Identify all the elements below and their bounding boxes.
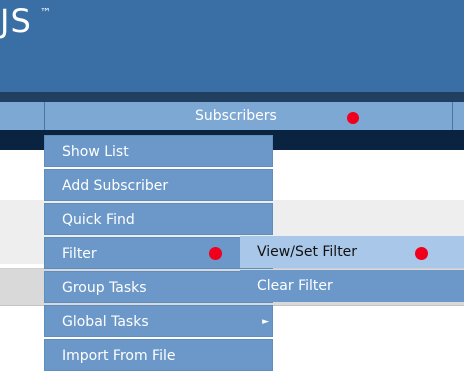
menu-item-label: Import From File (62, 348, 176, 364)
menu-item-import-from-file[interactable]: Import From File (44, 339, 273, 371)
menu-item-global-tasks[interactable]: Global Tasks ► (44, 305, 273, 337)
menu-item-label: Group Tasks (62, 280, 147, 296)
menu-item-label: Quick Find (62, 212, 135, 228)
marker-dot-submenu (415, 247, 428, 260)
submenu-item-view-set-filter[interactable]: View/Set Filter (240, 236, 464, 268)
trademark-symbol: ™ (40, 6, 51, 19)
menu-item-label: Global Tasks (62, 314, 149, 330)
menu-item-quick-find[interactable]: Quick Find (44, 203, 273, 235)
marker-dot-filter (209, 247, 222, 260)
menu-item-show-list[interactable]: Show List (44, 135, 273, 167)
menu-item-label: Show List (62, 144, 129, 160)
menu-item-filter[interactable]: Filter (44, 237, 273, 269)
main-nav: Subscribers (0, 102, 464, 131)
header-divider (0, 92, 464, 102)
nav-tab-previous[interactable] (0, 102, 45, 130)
menu-item-label: Filter (62, 246, 97, 262)
app-logo: JS (0, 2, 32, 40)
nav-tab-next[interactable] (453, 102, 464, 130)
nav-tab-label: Subscribers (195, 108, 277, 124)
menu-item-label: Add Subscriber (62, 178, 169, 194)
submenu-item-clear-filter[interactable]: Clear Filter (240, 270, 464, 302)
subscribers-dropdown-menu: Show List Add Subscriber Quick Find Filt… (44, 135, 273, 373)
submenu-item-label: Clear Filter (257, 278, 333, 294)
submenu-item-label: View/Set Filter (257, 244, 358, 260)
menu-item-group-tasks[interactable]: Group Tasks (44, 271, 273, 303)
submenu-arrow-icon: ► (262, 317, 269, 327)
menu-item-add-subscriber[interactable]: Add Subscriber (44, 169, 273, 201)
filter-submenu: View/Set Filter Clear Filter (240, 236, 464, 302)
marker-dot-nav (347, 112, 359, 124)
nav-tab-subscribers[interactable]: Subscribers (45, 102, 453, 130)
app-header: JS ™ (0, 0, 464, 92)
